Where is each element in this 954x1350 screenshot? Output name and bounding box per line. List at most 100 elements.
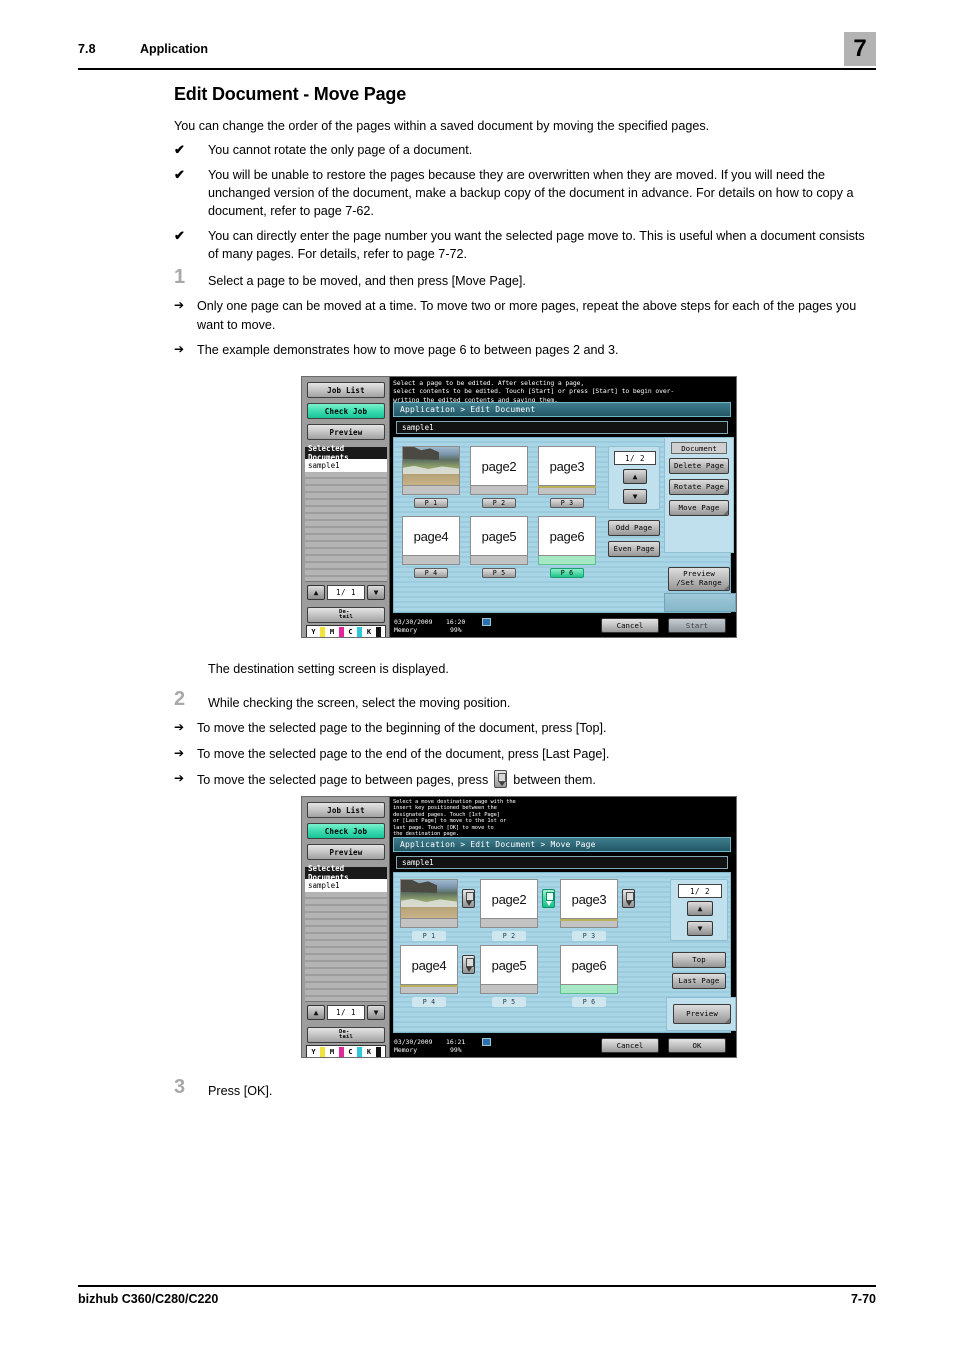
intro-paragraph: You can change the order of the pages wi… <box>174 119 710 133</box>
even-page-button[interactable]: Even Page <box>608 541 660 557</box>
page-thumbnail[interactable]: page2 P 2 <box>470 446 528 508</box>
insert-key-icon[interactable] <box>622 889 635 908</box>
list-scroll-down-button[interactable]: ▼ <box>367 1005 385 1020</box>
panel1-page-nav: 1/ 2 ▲ ▼ <box>608 446 660 510</box>
step-substep: ➔ The example demonstrates how to move p… <box>174 341 874 359</box>
cancel-button[interactable]: Cancel <box>601 1038 659 1053</box>
odd-page-button[interactable]: Odd Page <box>608 520 660 536</box>
job-list-button[interactable]: Job List <box>307 802 385 818</box>
page-thumbnail[interactable]: page4 P 4 <box>402 516 460 578</box>
page-base <box>400 987 458 994</box>
substep-text: To move the selected page to the beginni… <box>197 721 607 736</box>
page-label: page3 <box>560 879 618 919</box>
page-tag[interactable]: P 1 <box>414 498 448 508</box>
page-thumbnail[interactable]: page4 P 4 <box>400 945 458 1007</box>
page-thumbnail-selected[interactable]: page6 P 6 <box>538 516 596 578</box>
check-job-button[interactable]: Check Job <box>307 403 385 419</box>
document-list-area[interactable] <box>305 892 387 1002</box>
page-tag-selected[interactable]: P 6 <box>550 568 584 578</box>
last-page-button[interactable]: Last Page <box>672 973 726 989</box>
step-number: 3 <box>174 1076 186 1098</box>
page-nav-down-button[interactable]: ▼ <box>687 921 713 936</box>
preview-button[interactable]: Preview <box>673 1004 731 1024</box>
job-list-button[interactable]: Job List <box>307 382 385 398</box>
move-page-button[interactable]: Move Page <box>669 500 729 516</box>
panel2-breadcrumb: Application > Edit Document > Move Page <box>393 837 731 852</box>
page-label: page2 <box>470 446 528 486</box>
panel2-page-nav: 1/ 2 ▲ ▼ <box>670 879 728 941</box>
device-screenshot-2: Job List Check Job Preview Selected Docu… <box>301 796 737 1058</box>
panel1-breadcrumb: Application > Edit Document <box>393 402 731 417</box>
panel2-instruction-message: Select a move destination page with the … <box>393 799 516 838</box>
detail-button[interactable]: De- tail <box>307 1027 385 1043</box>
cancel-button[interactable]: Cancel <box>601 618 659 633</box>
toner-bar-y <box>320 1047 326 1057</box>
page-base <box>470 486 528 495</box>
page-label: page4 <box>400 945 458 985</box>
document-list-area[interactable] <box>305 472 387 582</box>
page-tag[interactable]: P 3 <box>550 498 584 508</box>
delete-page-button[interactable]: Delete Page <box>669 458 729 474</box>
toner-label-k: K <box>366 628 372 636</box>
preview-set-range-button[interactable]: Preview /Set Range <box>668 567 730 591</box>
step-1: 1 Select a page to be moved, and then pr… <box>174 267 874 359</box>
step-substep: ➔ To move the selected page to the begin… <box>174 719 874 737</box>
page-thumbnail[interactable]: page5 P 5 <box>480 945 538 1007</box>
toner-bar-y <box>320 627 326 637</box>
page-tag[interactable]: P 4 <box>414 568 448 578</box>
list-scroll-up-button[interactable]: ▲ <box>307 585 325 600</box>
arrow-icon: ➔ <box>174 745 185 760</box>
check-item: ✔ You cannot rotate the only page of a d… <box>174 141 874 160</box>
insert-key-icon-active[interactable] <box>542 889 555 908</box>
preview-button[interactable]: Preview <box>307 424 385 440</box>
page-thumbnail[interactable]: P 1 <box>402 446 460 508</box>
page-nav-up-button[interactable]: ▲ <box>687 901 713 916</box>
selected-document-value[interactable]: sample1 <box>305 879 387 892</box>
rotate-page-button[interactable]: Rotate Page <box>669 479 729 495</box>
page-thumbnail[interactable]: page3 P 3 <box>538 446 596 508</box>
page-tag: P 5 <box>492 997 526 1007</box>
ok-button[interactable]: OK <box>668 1038 726 1053</box>
top-button[interactable]: Top <box>672 952 726 968</box>
panel1-status-bar: 03/30/2009 Memory 16:20 99% Cancel Start <box>390 615 736 637</box>
page-thumbnail[interactable]: page2 P 2 <box>480 879 538 941</box>
page-tag[interactable]: P 2 <box>482 498 516 508</box>
step-text: Select a page to be moved, and then pres… <box>208 274 526 288</box>
selected-document-value[interactable]: sample1 <box>305 459 387 472</box>
toner-bar-m <box>338 1047 344 1057</box>
page-nav-up-button[interactable]: ▲ <box>623 469 647 484</box>
insert-key-icon[interactable] <box>462 955 475 974</box>
list-scroll-up-button[interactable]: ▲ <box>307 1005 325 1020</box>
arrow-icon: ➔ <box>174 298 185 313</box>
page-thumbnail[interactable]: P 1 <box>400 879 458 941</box>
after-step-text: The destination setting screen is displa… <box>208 662 449 676</box>
page-base <box>480 985 538 994</box>
footer-rule <box>78 1285 876 1287</box>
page-label: page3 <box>538 446 596 486</box>
page-thumbnail[interactable]: page3 P 3 <box>560 879 618 941</box>
check-job-button[interactable]: Check Job <box>307 823 385 839</box>
substep-text-before: To move the selected page to between pag… <box>197 772 489 787</box>
detail-button[interactable]: De- tail <box>307 607 385 623</box>
page-tag[interactable]: P 5 <box>482 568 516 578</box>
network-icon <box>482 618 491 626</box>
status-time: 16:21 <box>446 1038 466 1046</box>
panel1-instruction-message: Select a page to be edited. After select… <box>393 379 675 404</box>
page-base <box>402 556 460 565</box>
step-number: 1 <box>174 266 186 288</box>
page-base <box>560 921 618 928</box>
list-scroll-down-button[interactable]: ▼ <box>367 585 385 600</box>
start-button[interactable]: Start <box>668 618 726 633</box>
check-list: ✔ You cannot rotate the only page of a d… <box>174 141 874 269</box>
toner-label-y: Y <box>311 1048 316 1056</box>
toner-level-indicator: Y M C K <box>306 625 386 637</box>
status-date: 03/30/2009 <box>394 618 433 626</box>
insert-key-icon[interactable] <box>462 889 475 908</box>
page-nav-down-button[interactable]: ▼ <box>623 489 647 504</box>
page-thumbnail-selected[interactable]: page6 P 6 <box>560 945 618 1007</box>
panel1-main-area: Select a page to be edited. After select… <box>390 377 736 637</box>
page-thumbnail[interactable]: page5 P 5 <box>470 516 528 578</box>
toner-bar-k <box>375 1047 381 1057</box>
toner-label-m: M <box>329 1048 335 1056</box>
preview-button[interactable]: Preview <box>307 844 385 860</box>
